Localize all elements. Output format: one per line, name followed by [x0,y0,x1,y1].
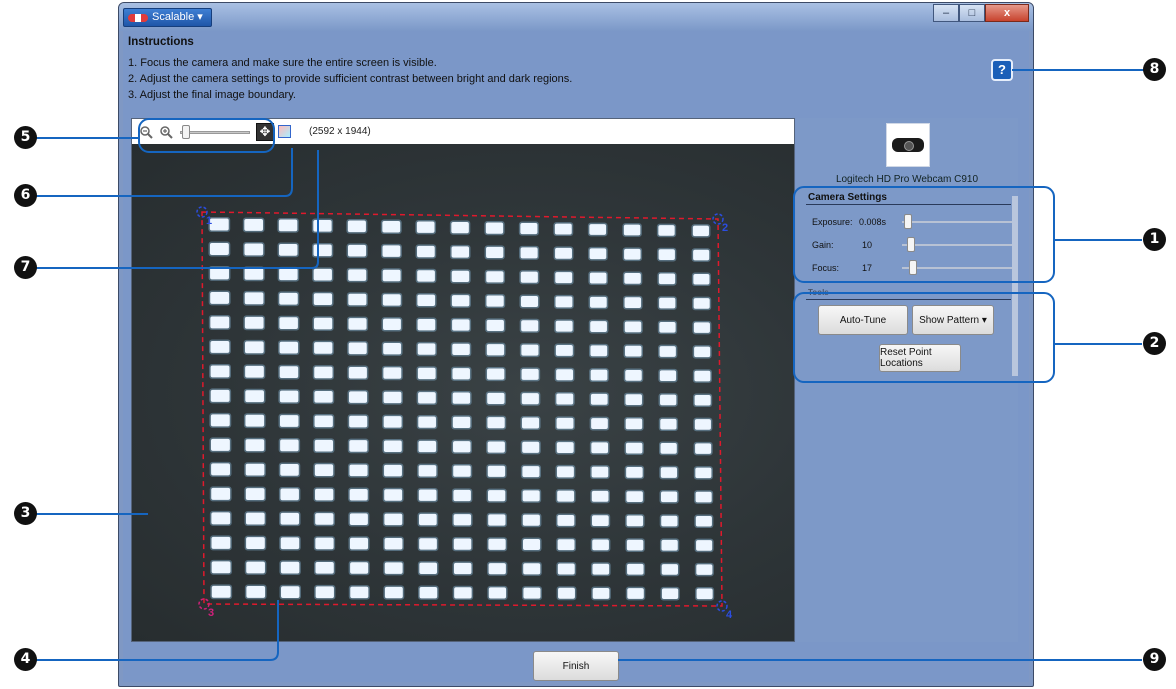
callout-6-line [36,148,293,197]
callout-2-frame [793,292,1055,383]
callout-badge: 6 [14,184,37,207]
callout-7-line [36,150,319,269]
callout-badge: 5 [14,126,37,149]
callout-4-line [36,600,279,661]
callout-badge: 7 [14,256,37,279]
callout-badge: 2 [1143,332,1166,355]
callout-badge: 4 [14,648,37,671]
callout-badge: 9 [1143,648,1166,671]
callout-5-frame [138,118,275,153]
callout-badge: 8 [1143,58,1166,81]
callout-badge: 1 [1143,228,1166,251]
callout-badge: 3 [14,502,37,525]
callout-1-frame [793,186,1055,283]
callout-lines [36,69,1144,661]
